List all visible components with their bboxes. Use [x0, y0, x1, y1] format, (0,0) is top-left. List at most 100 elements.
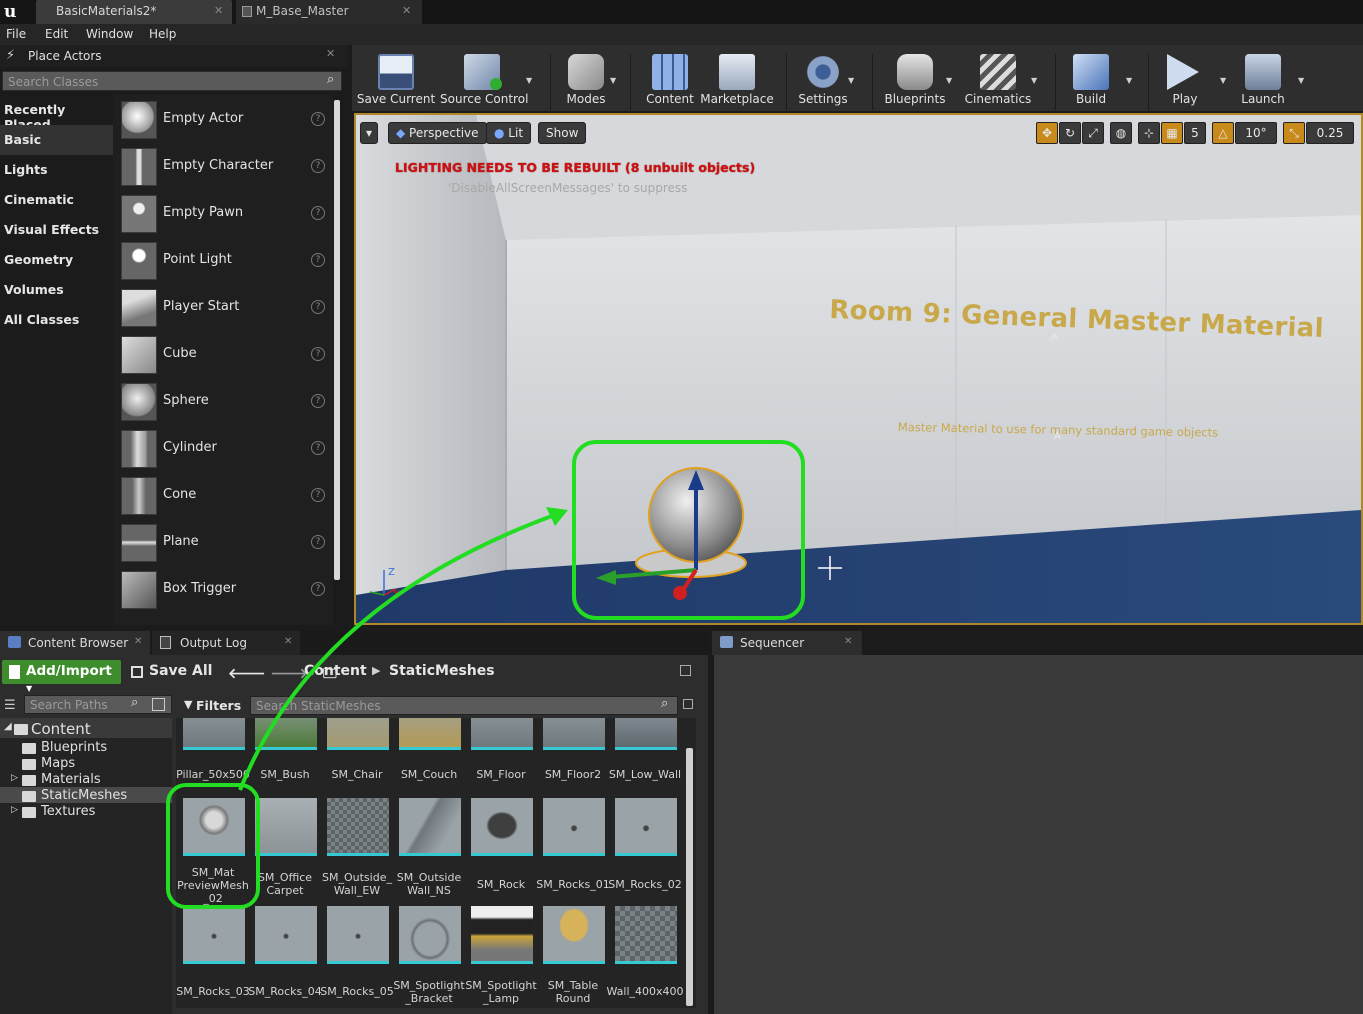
chevron-down-icon[interactable]: ▼	[946, 76, 952, 85]
breadcrumb-staticmeshes[interactable]: StaticMeshes	[389, 663, 495, 679]
breadcrumb-separator-icon[interactable]: ▶	[372, 664, 380, 677]
category-visual-effects[interactable]: Visual Effects	[0, 215, 113, 245]
help-icon[interactable]: ?	[311, 582, 325, 596]
save-current-button[interactable]: Save Current	[356, 48, 436, 112]
close-icon[interactable]: ✕	[284, 636, 292, 647]
actor-cone[interactable]: Cone ?	[113, 473, 333, 519]
save-search-icon[interactable]	[683, 699, 693, 709]
help-icon[interactable]: ?	[311, 206, 325, 220]
actor-box-trigger[interactable]: Box Trigger ?	[113, 567, 333, 613]
launch-button[interactable]: Launch	[1236, 48, 1290, 112]
actor-cylinder[interactable]: Cylinder ?	[113, 426, 333, 472]
perspective-button[interactable]: ◆ Perspective	[388, 122, 487, 144]
help-icon[interactable]: ?	[311, 300, 325, 314]
help-icon[interactable]: ?	[311, 394, 325, 408]
tab-content-browser[interactable]: Content Browser ✕	[0, 631, 150, 655]
play-button[interactable]: Play	[1160, 48, 1210, 112]
tree-item-content[interactable]: Content	[31, 720, 91, 738]
tree-item-textures[interactable]: Textures	[41, 804, 95, 819]
category-recently-placed[interactable]: Recently Placed	[0, 95, 113, 132]
save-all-button[interactable]: Save All	[131, 663, 212, 679]
chevron-down-icon[interactable]: ▼	[1031, 76, 1037, 85]
show-button[interactable]: Show	[538, 122, 587, 144]
actor-player-start[interactable]: Player Start ?	[113, 285, 333, 331]
category-cinematic[interactable]: Cinematic	[0, 185, 113, 215]
actor-plane[interactable]: Plane ?	[113, 520, 333, 566]
tree-item-materials[interactable]: Materials	[41, 772, 101, 787]
cinematics-button[interactable]: Cinematics	[964, 48, 1032, 112]
chevron-down-icon[interactable]: ▼	[1298, 76, 1304, 85]
actor-sphere[interactable]: Sphere ?	[113, 379, 333, 425]
help-icon[interactable]: ?	[311, 441, 325, 455]
expand-arrow-icon[interactable]: ▷	[11, 805, 18, 815]
menu-file[interactable]: File	[6, 27, 26, 41]
tab-sequencer[interactable]: Sequencer ✕	[712, 631, 862, 655]
menu-edit[interactable]: Edit	[45, 27, 68, 41]
help-icon[interactable]: ?	[311, 488, 325, 502]
grid-snap-icon[interactable]: ▦	[1161, 122, 1183, 144]
level-viewport[interactable]: A A Z X ▾ ◆ Perspective ● Lit Show ✥ ↻ ⤢…	[354, 113, 1363, 625]
rotation-snap-value[interactable]: 10°	[1235, 122, 1277, 144]
category-volumes[interactable]: Volumes	[0, 275, 113, 305]
category-basic[interactable]: Basic	[0, 125, 113, 155]
expand-arrow-icon[interactable]: ◢	[4, 721, 12, 732]
chevron-down-icon[interactable]: ▼	[848, 76, 854, 85]
viewport-options-button[interactable]: ▾	[360, 122, 379, 144]
grid-snap-value[interactable]: 5	[1184, 122, 1206, 144]
chevron-down-icon[interactable]: ▼	[526, 76, 532, 85]
category-lights[interactable]: Lights	[0, 155, 113, 185]
back-arrow-icon[interactable]: 🡐	[228, 666, 266, 682]
help-icon[interactable]: ?	[311, 159, 325, 173]
breadcrumb-content[interactable]: Content	[304, 663, 367, 679]
actor-point-light[interactable]: Point Light ?	[113, 238, 333, 284]
tree-item-blueprints[interactable]: Blueprints	[41, 740, 107, 755]
close-icon[interactable]: ✕	[402, 4, 411, 17]
tree-item-maps[interactable]: Maps	[41, 756, 75, 771]
menu-window[interactable]: Window	[86, 27, 133, 41]
scale-snap-icon[interactable]: ⤡	[1283, 122, 1305, 144]
scale-mode-icon[interactable]: ⤢	[1082, 122, 1104, 144]
path-search-input[interactable]: Search Paths ⌕	[24, 695, 172, 714]
lit-button[interactable]: ● Lit	[486, 122, 532, 144]
blueprints-button[interactable]: Blueprints	[884, 48, 946, 112]
actor-list-scrollbar[interactable]	[334, 100, 340, 580]
rotation-snap-icon[interactable]: △	[1212, 122, 1234, 144]
category-geometry[interactable]: Geometry	[0, 245, 113, 275]
build-button[interactable]: Build	[1066, 48, 1116, 112]
expand-arrow-icon[interactable]: ▷	[11, 773, 18, 783]
close-icon[interactable]: ✕	[214, 4, 223, 17]
asset-search-input[interactable]: Search StaticMeshes ⌕	[250, 696, 678, 715]
tab-m-base-master[interactable]: M_Base_Master ✕	[236, 0, 422, 24]
surface-snap-icon[interactable]: ⊹	[1138, 122, 1160, 144]
filters-button[interactable]: ▼ Filters ▼	[180, 696, 244, 727]
tab-output-log[interactable]: Output Log ✕	[152, 631, 300, 655]
content-button[interactable]: Content	[642, 48, 698, 112]
chevron-down-icon[interactable]: ▼	[1126, 76, 1132, 85]
help-icon[interactable]: ?	[311, 112, 325, 126]
sources-toggle-icon[interactable]: ☰	[4, 698, 16, 713]
forward-arrow-icon[interactable]: 🡒	[270, 666, 308, 682]
actor-empty-character[interactable]: Empty Character ?	[113, 144, 333, 190]
scale-snap-value[interactable]: 0.25	[1306, 122, 1354, 144]
chevron-down-icon[interactable]: ▼	[610, 76, 616, 85]
modes-button[interactable]: Modes	[556, 48, 616, 112]
help-icon[interactable]: ?	[311, 253, 325, 267]
settings-button[interactable]: Settings	[796, 48, 850, 112]
tab-basic-materials[interactable]: BasicMaterials2* ✕	[36, 0, 232, 24]
world-local-icon[interactable]: ◍	[1110, 122, 1132, 144]
help-icon[interactable]: ?	[311, 347, 325, 361]
marketplace-button[interactable]: Marketplace	[700, 48, 774, 112]
class-search-input[interactable]: Search Classes ⌕	[2, 71, 342, 91]
close-icon[interactable]: ✕	[844, 636, 852, 647]
actor-cube[interactable]: Cube ?	[113, 332, 333, 378]
rotate-mode-icon[interactable]: ↻	[1059, 122, 1081, 144]
path-view-options-icon[interactable]	[152, 698, 165, 711]
category-all-classes[interactable]: All Classes	[0, 305, 113, 335]
chevron-down-icon[interactable]: ▼	[1220, 76, 1226, 85]
help-icon[interactable]: ?	[311, 535, 325, 549]
asset-grid-scrollbar[interactable]	[686, 748, 693, 1006]
close-icon[interactable]: ✕	[326, 47, 335, 60]
lock-icon[interactable]	[680, 665, 691, 676]
actor-empty-actor[interactable]: Empty Actor ?	[113, 97, 333, 143]
source-control-button[interactable]: Source Control	[440, 48, 528, 112]
